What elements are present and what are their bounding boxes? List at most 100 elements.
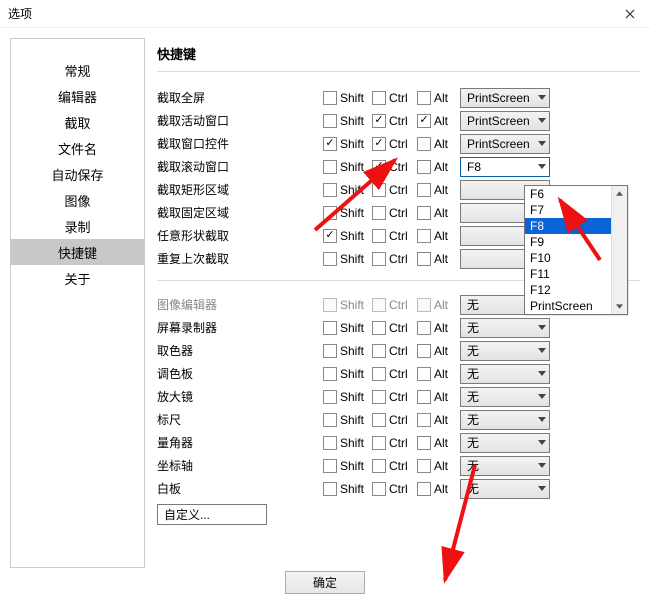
- checkbox[interactable]: [417, 206, 431, 220]
- checkbox[interactable]: [372, 91, 386, 105]
- checkbox[interactable]: [417, 183, 431, 197]
- checkbox[interactable]: [372, 114, 386, 128]
- checkbox[interactable]: [372, 321, 386, 335]
- sidebar-item[interactable]: 关于: [11, 265, 144, 291]
- shortcut-row: 标尺ShiftCtrlAlt无: [157, 408, 640, 431]
- checkbox[interactable]: [372, 390, 386, 404]
- shortcut-row: 调色板ShiftCtrlAlt无: [157, 362, 640, 385]
- profile-select-label: 自定义...: [164, 506, 210, 523]
- sidebar-item[interactable]: 编辑器: [11, 83, 144, 109]
- checkbox[interactable]: [417, 137, 431, 151]
- checkbox[interactable]: [323, 436, 337, 450]
- checkbox[interactable]: [417, 91, 431, 105]
- checkbox[interactable]: [372, 183, 386, 197]
- checkbox[interactable]: [323, 137, 337, 151]
- key-select[interactable]: 无: [460, 364, 550, 384]
- key-select[interactable]: PrintScreen: [460, 111, 550, 131]
- sidebar-item[interactable]: 自动保存: [11, 161, 144, 187]
- checkbox[interactable]: [323, 321, 337, 335]
- checkbox[interactable]: [417, 459, 431, 473]
- checkbox[interactable]: [372, 252, 386, 266]
- modifier-label: Shift: [340, 413, 366, 427]
- sidebar-item[interactable]: 截取: [11, 109, 144, 135]
- checkbox[interactable]: [372, 160, 386, 174]
- checkbox[interactable]: [323, 183, 337, 197]
- checkbox[interactable]: [372, 229, 386, 243]
- key-dropdown-list[interactable]: F6F7F8F9F10F11F12PrintScreen: [524, 185, 628, 315]
- key-select[interactable]: 无: [460, 456, 550, 476]
- checkbox[interactable]: [372, 206, 386, 220]
- section-title: 快捷键: [157, 38, 640, 72]
- checkbox[interactable]: [417, 229, 431, 243]
- chevron-down-icon: [538, 324, 546, 332]
- modifier-alt: Alt: [417, 459, 454, 473]
- sidebar-item[interactable]: 图像: [11, 187, 144, 213]
- modifier-shift: Shift: [323, 91, 366, 105]
- checkbox[interactable]: [372, 459, 386, 473]
- checkbox[interactable]: [323, 390, 337, 404]
- checkbox[interactable]: [372, 436, 386, 450]
- modifier-alt: Alt: [417, 183, 454, 197]
- checkbox[interactable]: [417, 252, 431, 266]
- shortcut-label: 截取固定区域: [157, 204, 317, 221]
- modifier-ctrl: Ctrl: [372, 413, 411, 427]
- scroll-up-icon[interactable]: [612, 186, 627, 201]
- checkbox[interactable]: [372, 344, 386, 358]
- checkbox[interactable]: [323, 482, 337, 496]
- checkbox[interactable]: [372, 413, 386, 427]
- modifier-ctrl: Ctrl: [372, 91, 411, 105]
- checkbox[interactable]: [417, 367, 431, 381]
- checkbox[interactable]: [323, 367, 337, 381]
- checkbox[interactable]: [323, 344, 337, 358]
- checkbox: [323, 298, 337, 312]
- modifier-label: Ctrl: [389, 183, 411, 197]
- checkbox[interactable]: [323, 252, 337, 266]
- checkbox[interactable]: [417, 413, 431, 427]
- chevron-down-icon: [538, 485, 546, 493]
- sidebar-item[interactable]: 录制: [11, 213, 144, 239]
- close-button[interactable]: [610, 0, 650, 28]
- checkbox[interactable]: [323, 413, 337, 427]
- checkbox[interactable]: [372, 482, 386, 496]
- key-select-value: 无: [467, 411, 479, 428]
- checkbox[interactable]: [323, 206, 337, 220]
- modifier-label: Shift: [340, 137, 366, 151]
- key-select[interactable]: F8: [460, 157, 550, 177]
- checkbox[interactable]: [372, 137, 386, 151]
- checkbox[interactable]: [417, 160, 431, 174]
- checkbox[interactable]: [323, 91, 337, 105]
- sidebar-item[interactable]: 文件名: [11, 135, 144, 161]
- checkbox[interactable]: [323, 459, 337, 473]
- checkbox[interactable]: [323, 229, 337, 243]
- sidebar-item[interactable]: 常规: [11, 57, 144, 83]
- modifier-label: Alt: [434, 390, 454, 404]
- modifier-label: Ctrl: [389, 91, 411, 105]
- shortcut-label: 截取滚动窗口: [157, 158, 317, 175]
- key-select[interactable]: 无: [460, 479, 550, 499]
- modifier-label: Alt: [434, 137, 454, 151]
- shortcut-label: 截取活动窗口: [157, 112, 317, 129]
- key-select[interactable]: 无: [460, 387, 550, 407]
- checkbox[interactable]: [323, 114, 337, 128]
- sidebar-item-label: 自动保存: [51, 165, 103, 184]
- checkbox[interactable]: [323, 160, 337, 174]
- profile-select[interactable]: 自定义...: [157, 504, 267, 525]
- checkbox[interactable]: [417, 321, 431, 335]
- checkbox[interactable]: [417, 482, 431, 496]
- checkbox[interactable]: [417, 390, 431, 404]
- checkbox[interactable]: [417, 114, 431, 128]
- key-select[interactable]: 无: [460, 318, 550, 338]
- sidebar-item[interactable]: 快捷键: [11, 239, 144, 265]
- shortcut-row: 取色器ShiftCtrlAlt无: [157, 339, 640, 362]
- checkbox[interactable]: [372, 367, 386, 381]
- checkbox[interactable]: [417, 344, 431, 358]
- key-select[interactable]: 无: [460, 433, 550, 453]
- dropdown-scrollbar[interactable]: [611, 186, 627, 314]
- key-select[interactable]: 无: [460, 341, 550, 361]
- ok-button[interactable]: 确定: [285, 571, 365, 594]
- key-select[interactable]: PrintScreen: [460, 134, 550, 154]
- checkbox[interactable]: [417, 436, 431, 450]
- key-select[interactable]: PrintScreen: [460, 88, 550, 108]
- key-select[interactable]: 无: [460, 410, 550, 430]
- scroll-down-icon[interactable]: [612, 299, 627, 314]
